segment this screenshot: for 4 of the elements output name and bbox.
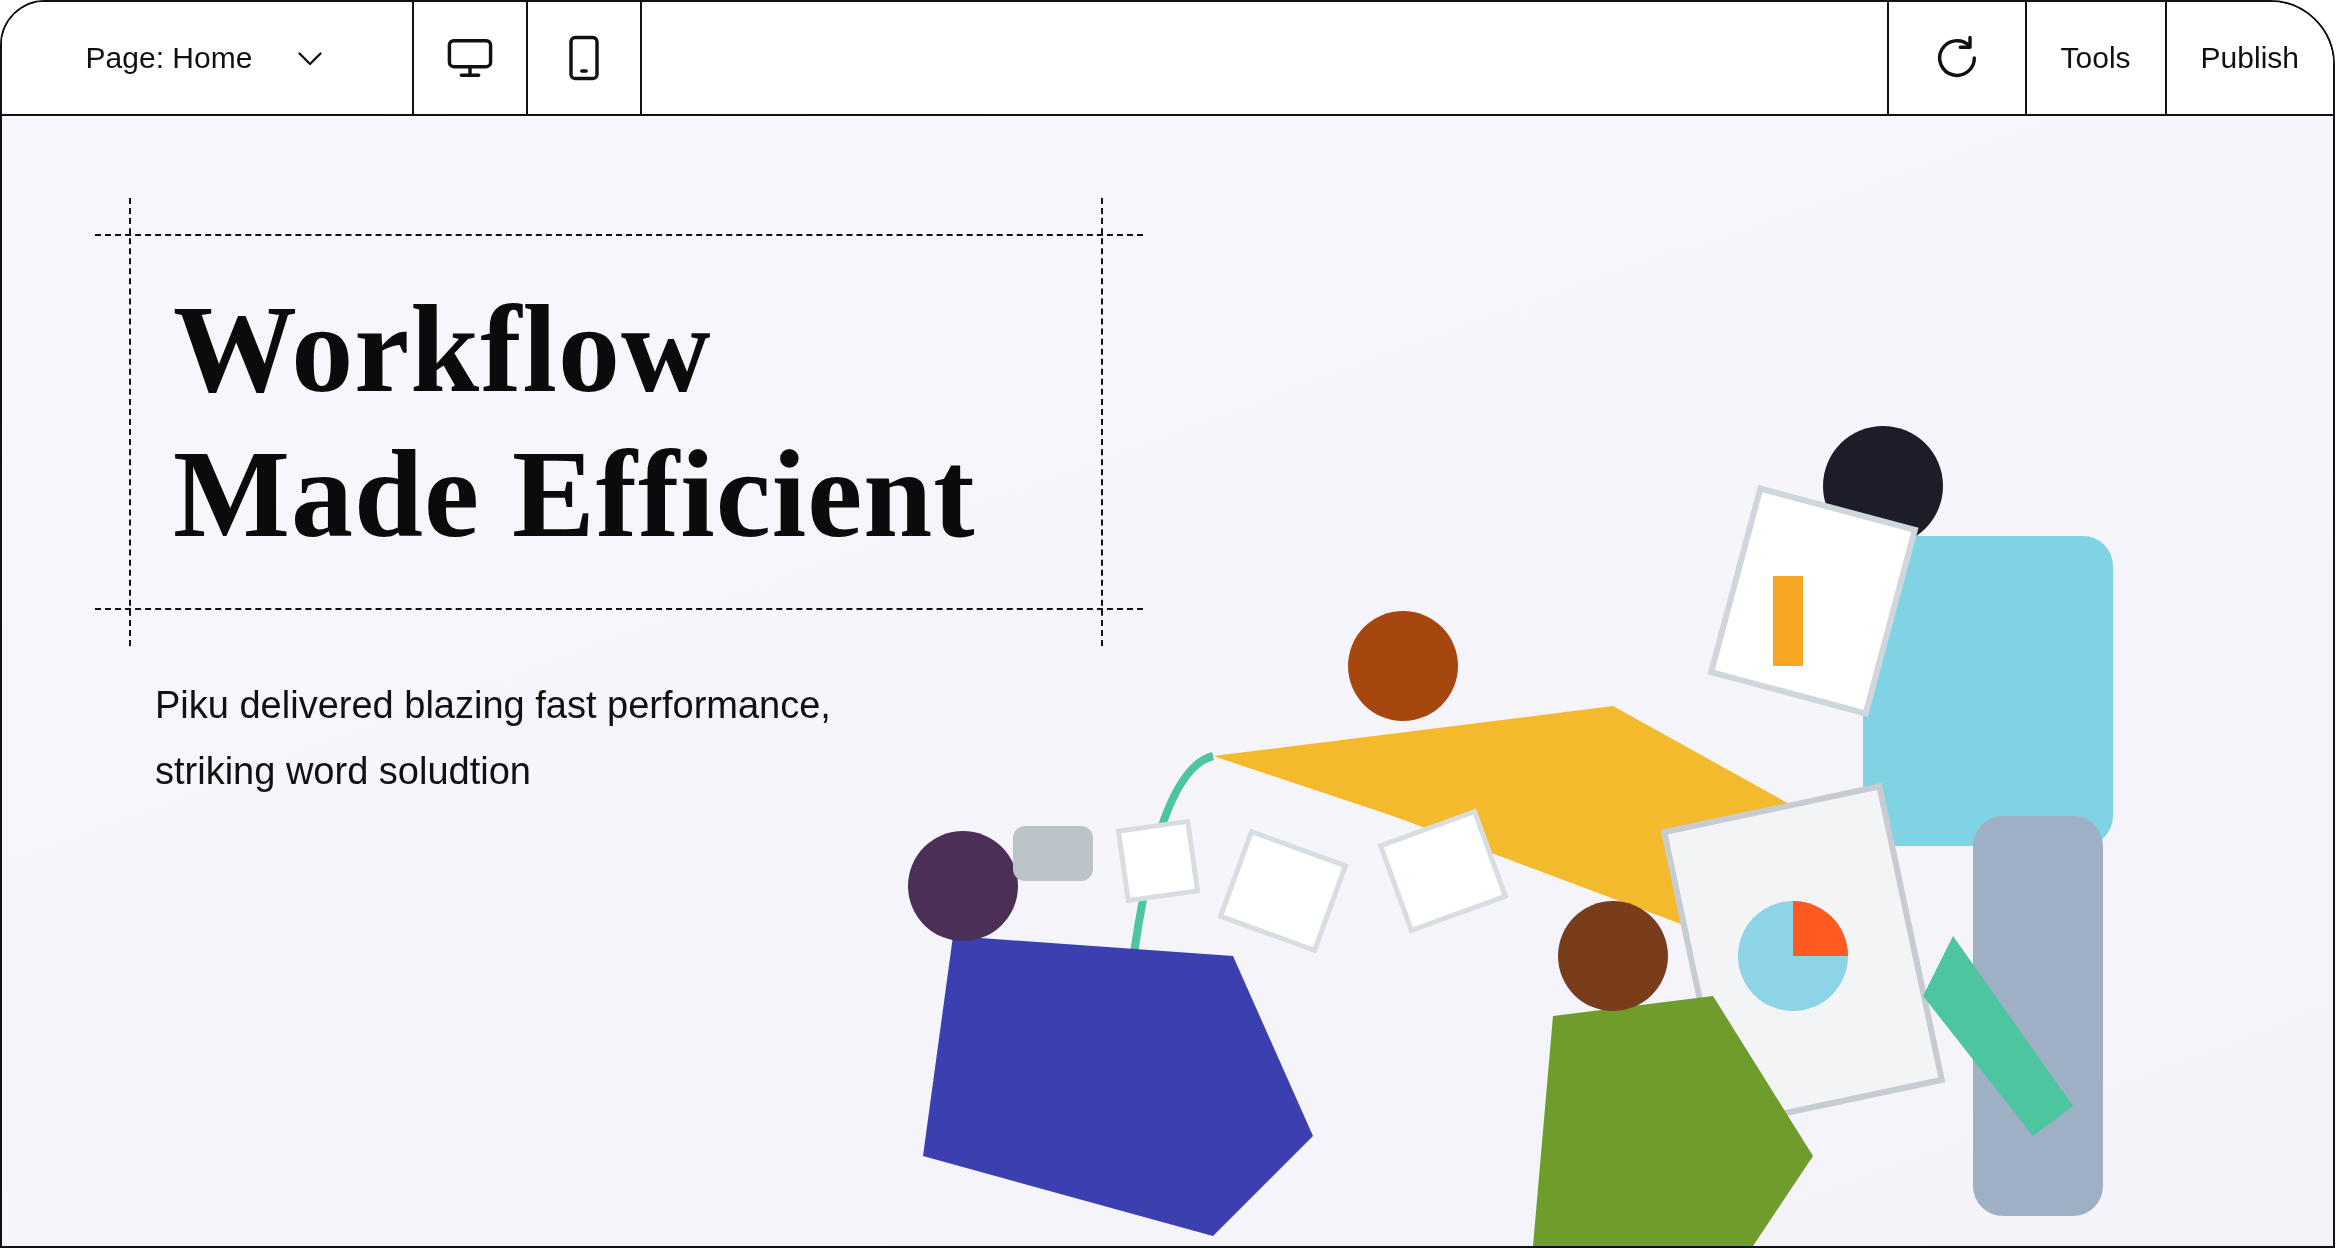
hero-subtitle: Piku delivered blazing fast performance, striking word soludtion [155, 683, 832, 794]
hero-heading: Workflow Made Efficient [173, 280, 976, 565]
toolbar-button[interactable]: Publish [2164, 2, 2333, 114]
page-dropdown[interactable]: Page: Home [2, 2, 414, 114]
